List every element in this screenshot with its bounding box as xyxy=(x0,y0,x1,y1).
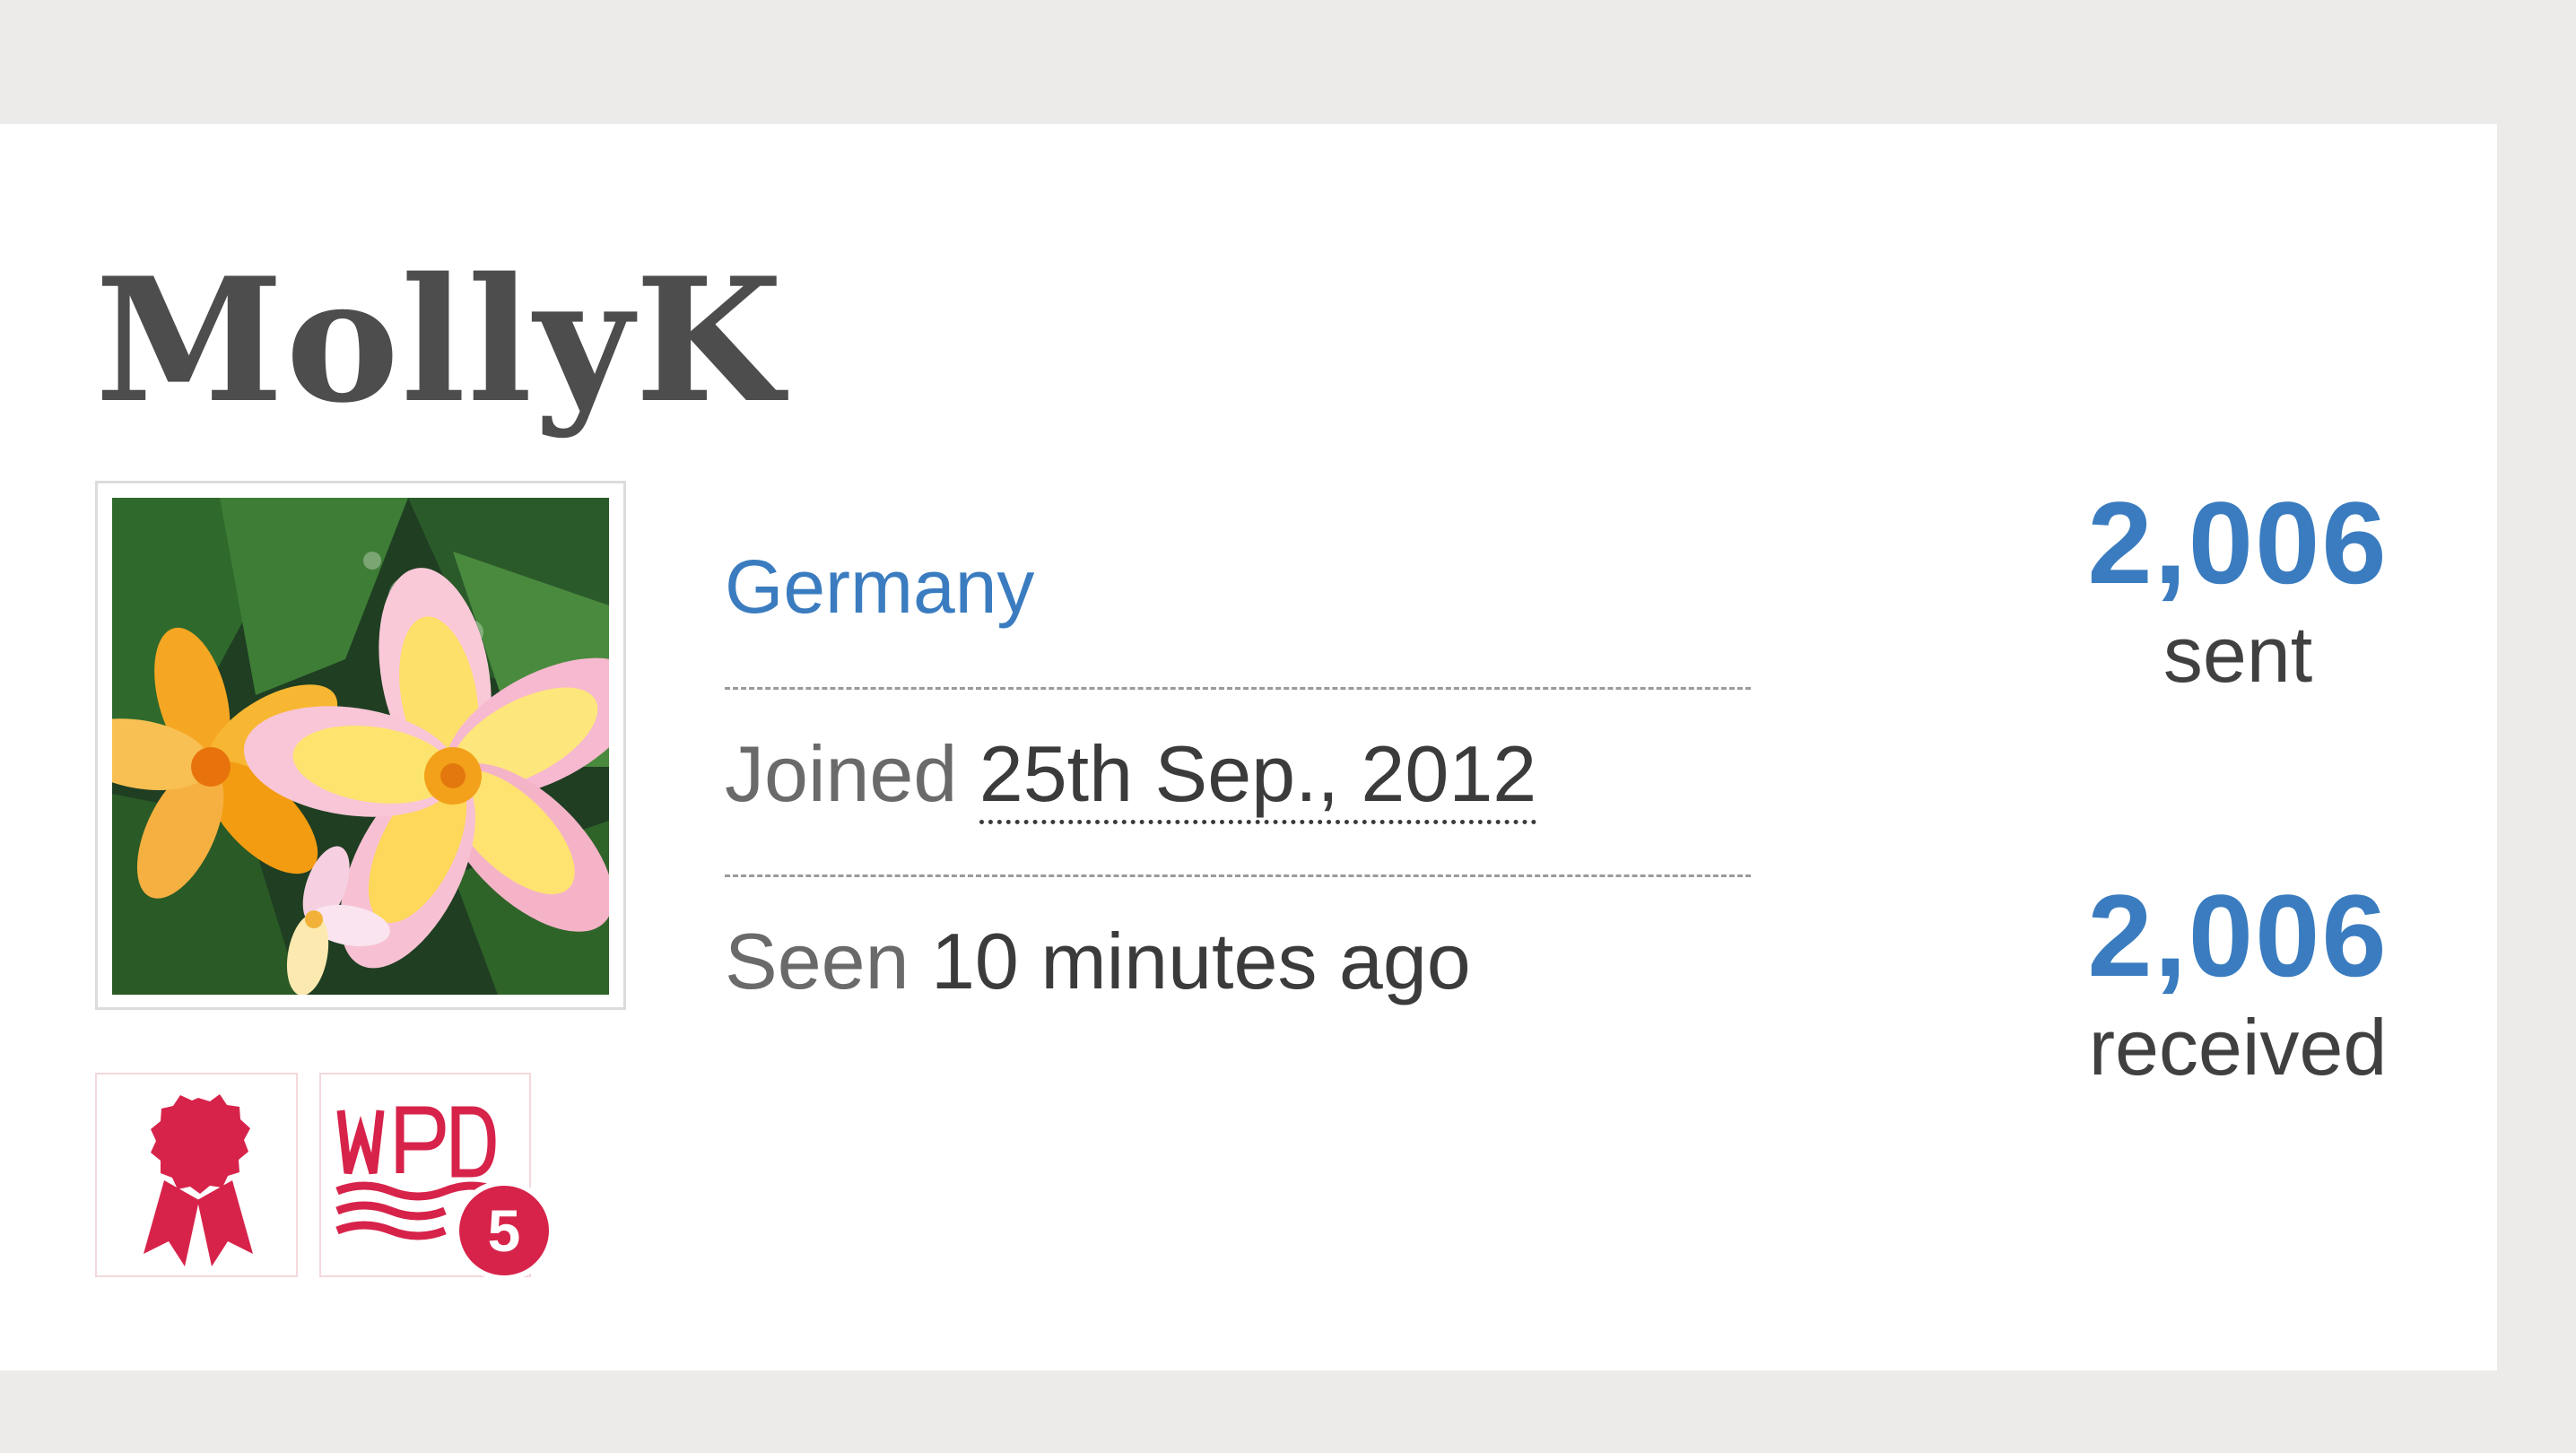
sent-stat[interactable]: 2,006 sent xyxy=(1991,475,2485,700)
sent-count: 2,006 xyxy=(2087,477,2389,608)
sent-label: sent xyxy=(2163,610,2313,699)
received-count: 2,006 xyxy=(2087,870,2389,1001)
wpd-badge[interactable]: 5 xyxy=(319,1073,554,1281)
seen-label: Seen xyxy=(725,917,909,1005)
received-label: received xyxy=(2088,1003,2388,1092)
joined-row: Joined 25th Sep., 2012 xyxy=(725,690,1751,877)
country-link[interactable]: Germany xyxy=(725,544,1034,629)
seen-row: Seen 10 minutes ago xyxy=(725,877,1751,1062)
country-row: Germany xyxy=(725,502,1751,690)
avatar-image xyxy=(112,498,609,995)
award-badge[interactable] xyxy=(95,1073,298,1277)
profile-avatar[interactable] xyxy=(95,481,626,1010)
received-stat[interactable]: 2,006 received xyxy=(1991,868,2485,1092)
profile-info: Germany Joined 25th Sep., 2012 Seen 10 m… xyxy=(725,502,1751,1062)
profile-username: MollyK xyxy=(95,240,785,440)
joined-date: 25th Sep., 2012 xyxy=(979,729,1537,824)
joined-label: Joined xyxy=(725,729,958,818)
ribbon-award-icon xyxy=(144,1094,253,1266)
wpd-badge-count: 5 xyxy=(454,1180,554,1281)
seen-value: 10 minutes ago xyxy=(930,917,1471,1005)
